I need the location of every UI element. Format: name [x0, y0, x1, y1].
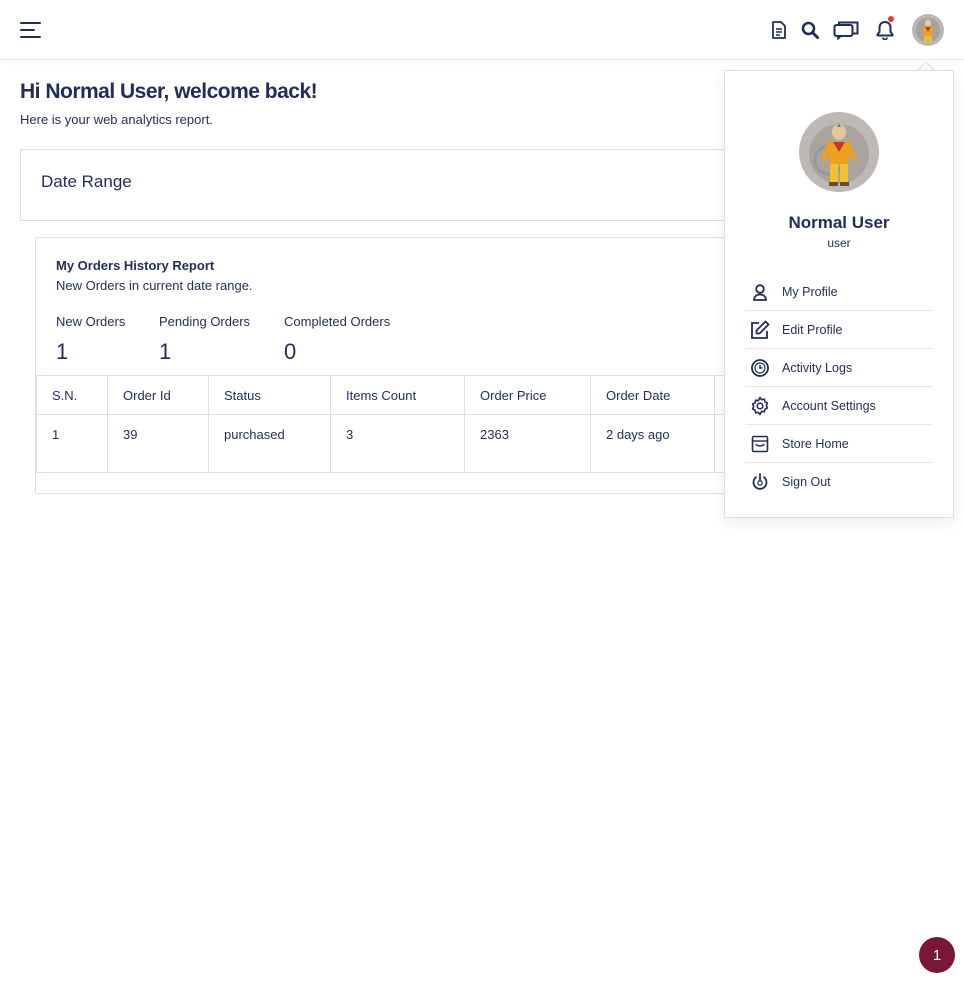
profile-dropdown: Normal User user My Profile Edit Profile…: [724, 70, 954, 518]
column-header: Order Date: [590, 375, 715, 415]
stat-new-orders: New Orders 1: [56, 314, 125, 365]
avatar[interactable]: [912, 14, 944, 46]
menu-item-my-profile[interactable]: My Profile: [746, 273, 932, 311]
page-subtitle: Here is your web analytics report.: [20, 112, 213, 127]
orders-report-subtitle: New Orders in current date range.: [56, 278, 253, 293]
stat-value: 1: [56, 339, 69, 364]
stat-completed-orders: Completed Orders 0: [284, 314, 390, 365]
column-header: Order Id: [107, 375, 209, 415]
menu-item-account-settings[interactable]: Account Settings: [746, 387, 932, 425]
stat-value: 0: [284, 339, 297, 364]
store-icon: [748, 432, 772, 456]
column-header: Status: [208, 375, 331, 415]
user-icon: [748, 280, 772, 304]
menu-item-label: Edit Profile: [782, 322, 843, 337]
profile-role: user: [827, 236, 851, 250]
column-header: S.N.: [36, 375, 108, 415]
menu-item-label: Account Settings: [782, 398, 876, 413]
table-cell: 39: [107, 414, 209, 473]
column-header: Order Price: [464, 375, 591, 415]
page-title: Hi Normal User, welcome back!: [20, 80, 318, 103]
menu-item-activity-logs[interactable]: Activity Logs: [746, 349, 932, 387]
gear-icon: [748, 394, 772, 418]
menu-item-label: Activity Logs: [782, 360, 853, 375]
table-cell: 2 days ago: [590, 414, 715, 473]
clock-icon: [748, 356, 772, 380]
menu-item-label: My Profile: [782, 284, 838, 299]
menu-icon[interactable]: [20, 21, 41, 39]
profile-name: Normal User: [788, 213, 890, 232]
menu-item-store-home[interactable]: Store Home: [746, 425, 932, 463]
table-cell: purchased: [208, 414, 331, 473]
search-icon[interactable]: [797, 17, 823, 43]
floating-counter-badge[interactable]: 1: [919, 937, 955, 973]
stat-value: 1: [159, 339, 172, 364]
stat-pending-orders: Pending Orders 1: [159, 314, 250, 365]
menu-item-sign-out[interactable]: Sign Out: [746, 463, 932, 501]
stat-label: Pending Orders: [159, 314, 251, 329]
power-icon: [748, 470, 772, 494]
chat-icon[interactable]: [832, 17, 860, 43]
menu-item-label: Store Home: [782, 436, 849, 451]
notification-dot: [888, 16, 894, 22]
table-cell: 2363: [464, 414, 591, 473]
menu-item-label: Sign Out: [782, 475, 831, 489]
top-navbar: [0, 0, 964, 60]
column-header: Items Count: [330, 375, 465, 415]
document-icon[interactable]: [766, 17, 792, 43]
table-cell: 1: [36, 414, 108, 473]
table-cell: 3: [330, 414, 465, 473]
bell-icon[interactable]: [872, 17, 898, 43]
stat-label: Completed Orders: [284, 314, 391, 329]
date-range-title: Date Range: [41, 172, 132, 191]
edit-icon: [748, 318, 772, 342]
orders-report-title: My Orders History Report: [56, 258, 215, 273]
profile-avatar: [799, 112, 879, 192]
menu-item-edit-profile[interactable]: Edit Profile: [746, 311, 932, 349]
stat-label: New Orders: [56, 314, 126, 329]
profile-menu: My Profile Edit Profile Activity Logs Ac…: [746, 273, 932, 501]
